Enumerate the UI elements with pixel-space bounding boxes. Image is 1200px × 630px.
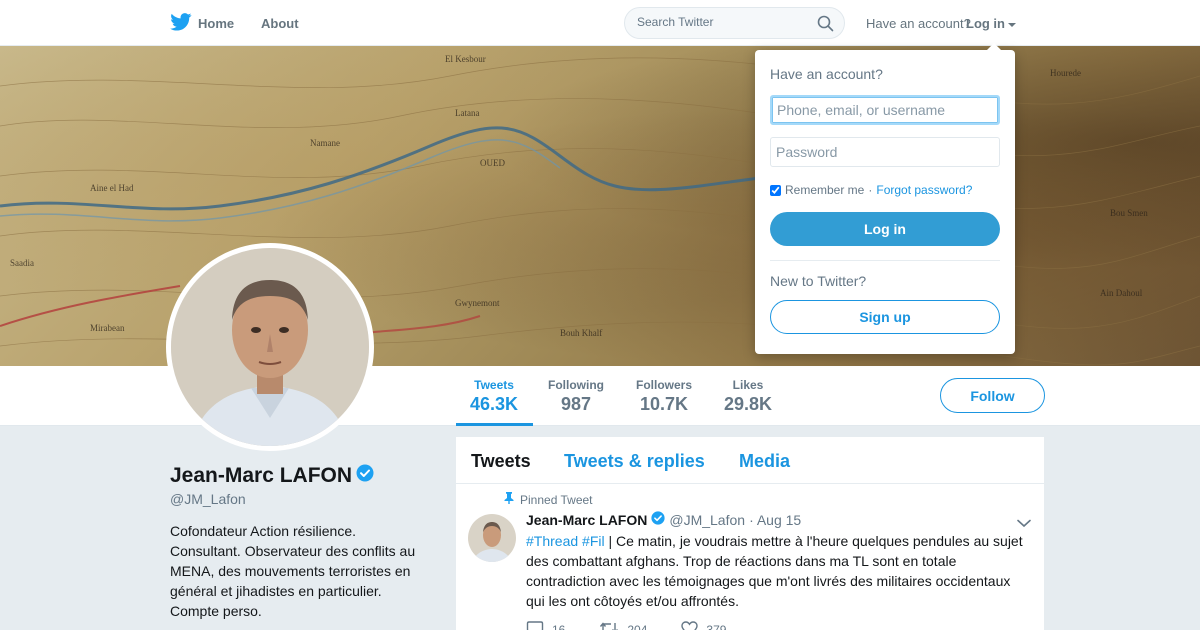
stat-value: 987 [560,394,592,414]
svg-text:Aine el Had: Aine el Had [90,183,134,193]
separator-dot: · [868,183,873,197]
nav-home-label: Home [198,16,235,31]
nav-home-link[interactable]: Home [170,13,234,34]
svg-text:Bouh Khalf: Bouh Khalf [560,328,602,338]
have-account-text: Have an account? [866,16,971,31]
nav-about-link[interactable]: About [261,16,299,31]
tweet-text: #Thread #Fil | Ce matin, je voudrais met… [526,531,1031,611]
remember-me-label[interactable]: Remember me [785,183,864,197]
dropdown-divider [770,260,1000,261]
stat-label: Likes [732,378,764,392]
tab-tweets[interactable]: Tweets [471,451,531,472]
timeline-tabs: Tweets Tweets & replies Media [456,437,1044,484]
like-button[interactable]: 379 [681,620,726,630]
svg-text:Ain Dahoul: Ain Dahoul [1100,288,1143,298]
profile-bio: Cofondateur Action résilience. Consultan… [170,523,416,619]
hashtag-link[interactable]: #Fil [582,533,605,549]
profile-handle[interactable]: @JM_Lafon [170,491,246,507]
login-link-label: Log in [966,16,1005,31]
stat-likes[interactable]: Likes 29.8K [724,378,772,415]
svg-text:OUED: OUED [480,158,505,168]
caret-down-icon [1008,16,1016,31]
profile-avatar[interactable] [166,243,374,451]
svg-text:Latana: Latana [455,108,479,118]
profile-name-text: Jean-Marc LAFON [170,464,353,487]
reply-button[interactable]: 16 [526,620,565,630]
reply-count: 16 [552,622,566,630]
forgot-password-link[interactable]: Forgot password? [876,183,972,197]
stat-label: Following [548,378,604,392]
svg-text:Saadia: Saadia [10,258,34,268]
twitter-bird-icon [170,13,192,34]
new-to-twitter-text: New to Twitter? [770,273,867,289]
tab-tweets-replies[interactable]: Tweets & replies [564,451,705,472]
follow-button[interactable]: Follow [940,378,1045,413]
remember-me-row: Remember me · Forgot password? [770,183,972,197]
tab-media[interactable]: Media [739,451,790,472]
svg-text:Mirabean: Mirabean [90,323,125,333]
active-stat-underline [456,423,533,426]
retweet-button[interactable]: 204 [599,620,647,630]
profile-name[interactable]: Jean-Marc LAFON [170,464,374,488]
tweet-author-avatar[interactable] [468,514,516,562]
signup-button[interactable]: Sign up [770,300,1000,334]
password-input[interactable] [770,137,1000,167]
svg-text:Gwynemont: Gwynemont [455,298,500,308]
login-dropdown-toggle[interactable]: Log in [966,16,1016,31]
retweet-count: 204 [627,622,648,630]
svg-text:Namane: Namane [310,138,340,148]
pinned-label-text: Pinned Tweet [520,492,593,507]
reply-icon [526,620,544,630]
tweet-date[interactable]: · Aug 15 [749,512,801,528]
tweet-actions: 16 204 379 [526,620,726,630]
pin-icon [504,492,514,507]
top-navigation-bar: Home About Have an account? Log in [0,0,1200,46]
stat-label: Tweets [474,378,514,392]
svg-text:Bou Smen: Bou Smen [1110,208,1148,218]
search-box [624,7,845,39]
stat-following[interactable]: Following 987 [548,378,604,415]
retweet-icon [599,621,619,630]
login-button[interactable]: Log in [770,212,1000,246]
tweet-timeline: Tweets Tweets & replies Media Pinned Twe… [456,437,1044,630]
svg-text:Hourede: Hourede [1050,68,1081,78]
search-icon[interactable] [817,15,834,37]
login-dropdown-title: Have an account? [770,66,883,82]
tweet-author-handle[interactable]: @JM_Lafon [669,512,745,528]
stat-value: 10.7K [639,394,689,414]
tweet-header: Jean-Marc LAFON @JM_Lafon · Aug 15 [526,511,801,528]
pinned-tweet-label: Pinned Tweet [504,492,593,507]
svg-text:El Kesbour: El Kesbour [445,54,486,64]
verified-badge-icon [356,464,374,488]
heart-icon [681,620,699,630]
stat-value: 46.3K [470,394,519,414]
tweet-author-name[interactable]: Jean-Marc LAFON [526,512,647,528]
username-input[interactable] [770,95,1000,125]
hashtag-link[interactable]: #Thread [526,533,578,549]
remember-me-checkbox[interactable] [770,184,781,196]
search-input[interactable] [637,15,807,29]
stat-label: Followers [636,378,693,392]
stat-tweets[interactable]: Tweets 46.3K [470,378,518,415]
stat-followers[interactable]: Followers 10.7K [636,378,692,415]
like-count: 379 [706,622,727,630]
verified-badge-icon [651,511,665,528]
stat-value: 29.8K [724,394,773,414]
login-dropdown: Have an account? Remember me · Forgot pa… [755,43,1015,354]
